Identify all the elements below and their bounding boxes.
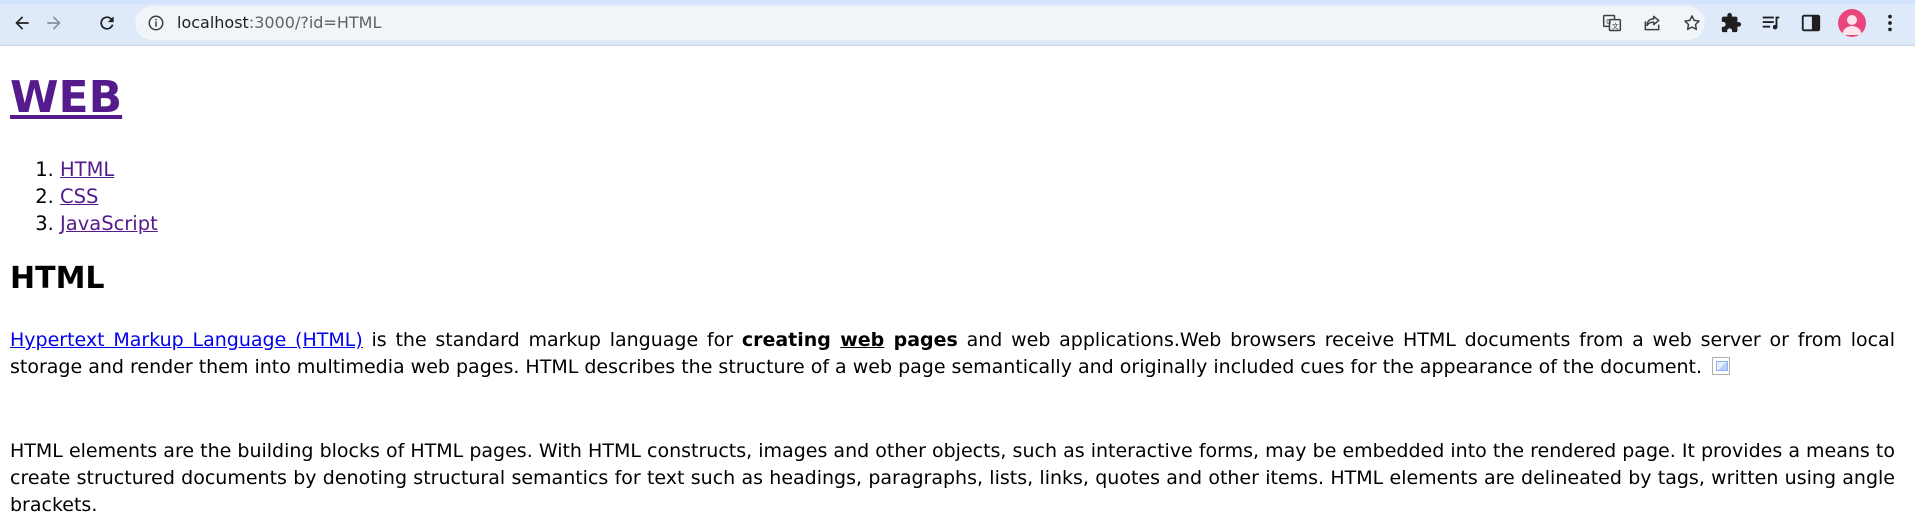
svg-text:G: G <box>1606 18 1611 26</box>
p1-bold-underlined: web <box>840 329 885 351</box>
list-item: CSS <box>60 183 158 210</box>
extensions-icon <box>1721 12 1742 33</box>
nav-link-javascript[interactable]: JavaScript <box>60 212 158 235</box>
info-icon[interactable] <box>147 14 165 32</box>
share-button[interactable] <box>1641 12 1663 34</box>
p1-bold-a: creating <box>741 329 841 351</box>
url-text[interactable]: localhost:3000/?id=HTML <box>177 13 381 32</box>
topic-list: HTML CSS JavaScript <box>10 156 158 237</box>
article-heading: HTML <box>10 261 105 296</box>
side-panel-icon <box>1801 14 1821 32</box>
site-title: WEB <box>10 76 122 120</box>
article-paragraph-1: Hypertext Markup Language (HTML) is the … <box>10 327 1895 381</box>
nav-link-css[interactable]: CSS <box>60 185 98 208</box>
share-icon <box>1644 15 1660 31</box>
menu-icon <box>1888 14 1892 32</box>
reading-list-icon <box>1762 16 1780 30</box>
browser-toolbar: localhost:3000/?id=HTML G文 <box>0 0 1915 46</box>
translate-button[interactable]: G文 <box>1601 12 1623 34</box>
address-bar[interactable]: localhost:3000/?id=HTML G文 <box>135 6 1705 40</box>
broken-image-icon <box>1712 357 1731 375</box>
star-icon <box>1684 15 1700 31</box>
reload-button[interactable] <box>91 7 123 39</box>
back-button[interactable] <box>6 7 38 39</box>
p1-bold-b: pages <box>884 329 958 351</box>
wiki-link[interactable]: Hypertext Markup Language (HTML) <box>10 329 363 351</box>
menu-button[interactable] <box>1876 9 1904 37</box>
url-host: localhost <box>177 13 249 32</box>
list-item: HTML <box>60 156 158 183</box>
profile-icon <box>1842 15 1862 35</box>
article-paragraph-2: HTML elements are the building blocks of… <box>10 440 1895 516</box>
p1-bold: creating web pages <box>742 329 958 351</box>
extensions-button[interactable] <box>1717 9 1745 37</box>
back-icon <box>15 16 29 30</box>
translate-icon: G文 <box>1602 14 1622 32</box>
url-path: :3000/?id=HTML <box>248 13 382 32</box>
avatar[interactable] <box>1838 9 1866 37</box>
forward-icon <box>47 16 61 30</box>
reading-list-button[interactable] <box>1757 9 1785 37</box>
site-title-link[interactable]: WEB <box>10 72 122 123</box>
reload-icon <box>100 16 114 30</box>
side-panel-button[interactable] <box>1797 9 1825 37</box>
bookmark-star-button[interactable] <box>1681 12 1703 34</box>
nav-link-html[interactable]: HTML <box>60 158 114 181</box>
svg-text:文: 文 <box>1612 21 1619 30</box>
tab-strip-edge <box>0 0 1915 4</box>
p1-text-a: is the standard markup language for <box>362 329 742 351</box>
list-item: JavaScript <box>60 210 158 237</box>
forward-button[interactable] <box>38 7 70 39</box>
